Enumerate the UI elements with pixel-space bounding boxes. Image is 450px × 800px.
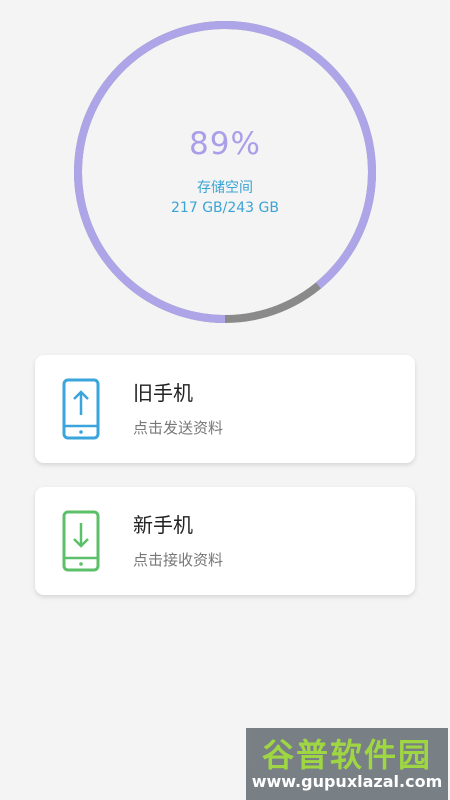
- new-phone-title: 新手机: [133, 513, 193, 537]
- storage-gauge: 89% 存储空间 217 GB/243 GB: [0, 0, 450, 340]
- new-phone-card[interactable]: 新手机 点击接收资料: [35, 487, 415, 595]
- old-phone-title: 旧手机: [133, 381, 193, 405]
- watermark-url: www.gupuxlazal.com: [251, 772, 443, 791]
- storage-usage: 217 GB/243 GB: [171, 200, 279, 216]
- watermark-name: 谷普软件园: [261, 736, 432, 774]
- storage-used-arc: [74, 21, 376, 323]
- phone-download-icon: [62, 510, 100, 572]
- storage-ring: [74, 21, 376, 323]
- old-phone-card[interactable]: 旧手机 点击发送资料: [35, 355, 415, 463]
- phone-upload-icon: [62, 378, 100, 440]
- old-phone-desc: 点击发送资料: [133, 419, 224, 437]
- storage-label: 存储空间: [197, 180, 253, 196]
- new-phone-desc: 点击接收资料: [133, 551, 224, 569]
- storage-percent: 89%: [189, 126, 261, 162]
- watermark: 谷普软件园 www.gupuxlazal.com: [246, 728, 448, 800]
